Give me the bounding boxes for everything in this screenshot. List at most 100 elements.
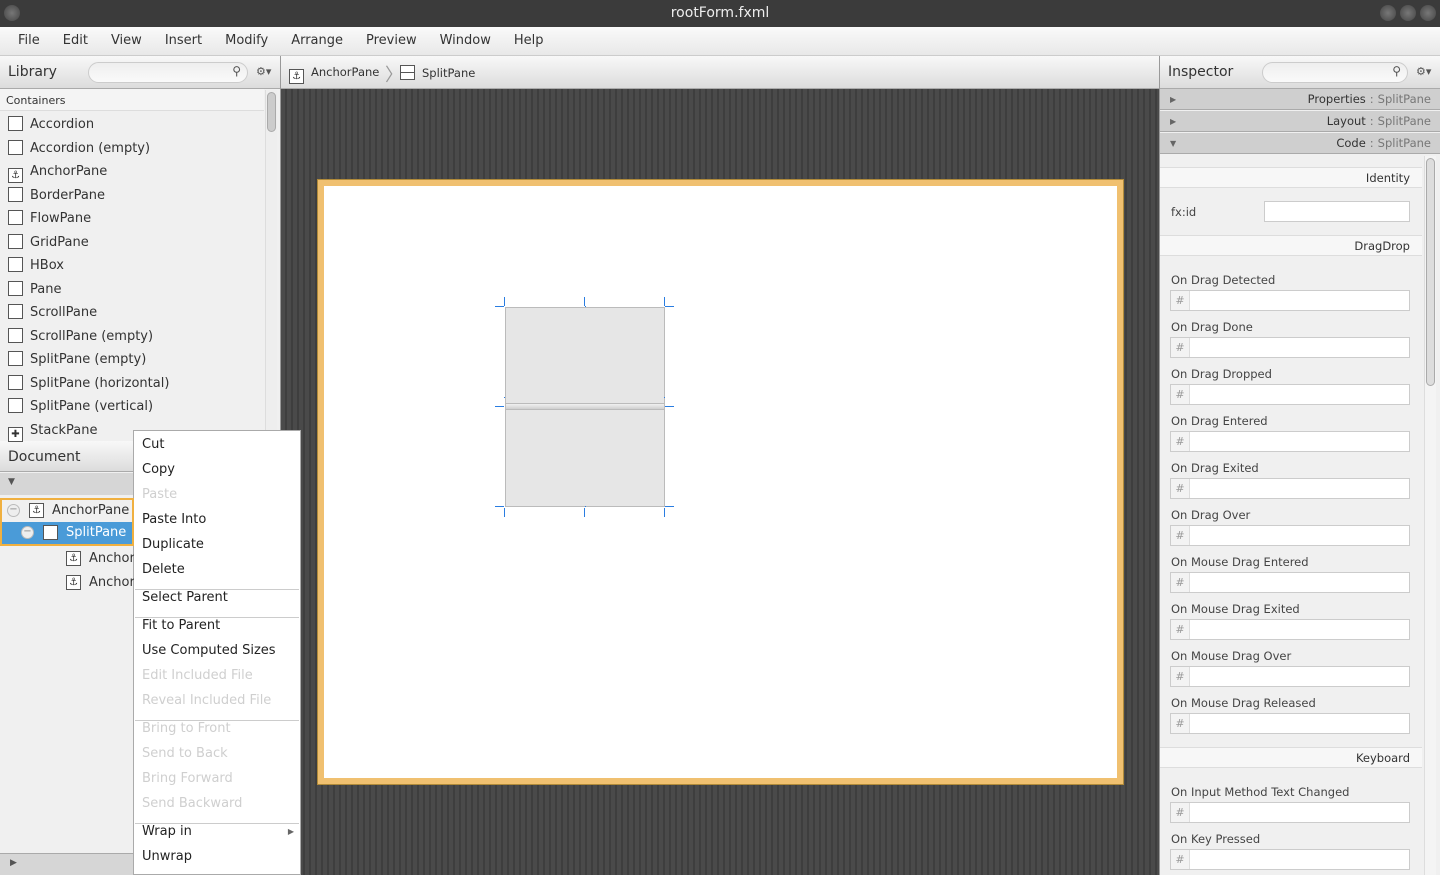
resize-handle[interactable] <box>665 306 674 307</box>
expand-arrow-icon[interactable]: ▼ <box>8 477 15 487</box>
menu-arrange[interactable]: Arrange <box>273 27 343 55</box>
dragdrop-header: DragDrop <box>1160 235 1422 256</box>
event-handler-input[interactable]: # <box>1170 525 1410 546</box>
accordion-icon <box>8 139 23 155</box>
menu-preview[interactable]: Preview <box>348 27 417 55</box>
inspector-section-code[interactable]: ▼ Code: SplitPane <box>1160 133 1440 154</box>
collapse-icon[interactable]: − <box>7 504 20 517</box>
breadcrumb-splitpane[interactable]: SplitPane <box>400 65 475 80</box>
resize-handle[interactable] <box>665 406 674 407</box>
library-scrollbar[interactable] <box>265 90 277 430</box>
library-item-label: Accordion (empty) <box>30 140 151 156</box>
splitpane-icon <box>43 525 58 540</box>
resize-handle[interactable] <box>584 508 585 517</box>
resize-handle[interactable] <box>584 297 585 306</box>
tree-item[interactable]: − ⚓ AnchorPane <box>0 498 134 522</box>
library-item-label: GridPane <box>30 234 89 250</box>
library-item[interactable]: Pane <box>8 279 61 301</box>
library-item[interactable]: BorderPane <box>8 185 105 207</box>
library-item[interactable]: Accordion (empty) <box>8 138 150 160</box>
context-menu-item-use-computed-sizes[interactable]: Use Computed Sizes <box>142 643 276 658</box>
resize-handle[interactable] <box>664 508 665 517</box>
library-item[interactable]: ScrollPane <box>8 302 97 324</box>
resize-handle[interactable] <box>664 397 665 398</box>
inspector-search-input[interactable]: ⚲ <box>1262 62 1408 83</box>
library-item[interactable]: ✚ StackPane <box>8 420 97 442</box>
content-canvas-area[interactable] <box>281 89 1159 875</box>
library-item[interactable]: Accordion <box>8 114 94 136</box>
resize-handle[interactable] <box>495 506 504 507</box>
context-menu-item-unwrap[interactable]: Unwrap <box>142 849 192 864</box>
event-handler-input[interactable]: # <box>1170 666 1410 687</box>
menu-view[interactable]: View <box>93 27 142 55</box>
context-menu-item-cut[interactable]: Cut <box>142 437 164 452</box>
event-handler-input[interactable]: # <box>1170 290 1410 311</box>
library-search-input[interactable]: ⚲ <box>88 62 248 83</box>
menu-help[interactable]: Help <box>496 27 544 55</box>
resize-handle[interactable] <box>665 506 674 507</box>
resize-handle[interactable] <box>504 397 505 398</box>
resize-handle[interactable] <box>504 297 505 306</box>
splitpane-preview[interactable] <box>505 307 665 507</box>
anchor-icon: ⚓ <box>66 551 81 566</box>
event-handler-input[interactable]: # <box>1170 713 1410 734</box>
event-handler-input[interactable]: # <box>1170 802 1410 823</box>
context-menu-item-fit-to-parent[interactable]: Fit to Parent <box>142 618 220 633</box>
context-menu-item-paste-into[interactable]: Paste Into <box>142 512 206 527</box>
resize-handle[interactable] <box>495 406 504 407</box>
breadcrumb-anchorpane[interactable]: ⚓ AnchorPane <box>289 65 379 84</box>
minimize-button[interactable] <box>1380 5 1396 21</box>
library-item[interactable]: HBox <box>8 255 64 277</box>
menu-file[interactable]: File <box>0 27 40 55</box>
resize-handle[interactable] <box>664 297 665 306</box>
context-menu-item-delete[interactable]: Delete <box>142 562 185 577</box>
maximize-button[interactable] <box>1400 5 1416 21</box>
library-item[interactable]: SplitPane (empty) <box>8 349 146 371</box>
expand-arrow-icon[interactable]: ▶ <box>10 858 17 868</box>
menu-window[interactable]: Window <box>422 27 491 55</box>
tree-item[interactable]: ⚓ AnchorPane <box>0 572 134 596</box>
fxid-input[interactable] <box>1264 201 1410 222</box>
library-item[interactable]: GridPane <box>8 232 89 254</box>
gear-icon[interactable]: ⚙▾ <box>1416 65 1431 78</box>
inspector-section-properties[interactable]: ▶ Properties: SplitPane <box>1160 89 1440 110</box>
splitpane-divider[interactable] <box>506 403 664 410</box>
menu-edit[interactable]: Edit <box>45 27 88 55</box>
context-menu-item-send-backward: Send Backward <box>142 796 243 811</box>
menu-modify[interactable]: Modify <box>207 27 268 55</box>
context-menu-item-wrap-in[interactable]: Wrap in <box>142 824 192 839</box>
resize-handle[interactable] <box>585 306 586 307</box>
resize-handle[interactable] <box>504 508 505 517</box>
context-menu-item-select-parent[interactable]: Select Parent <box>142 590 228 605</box>
library-section-containers[interactable]: Containers <box>0 89 264 111</box>
context-menu-item-duplicate[interactable]: Duplicate <box>142 537 204 552</box>
menu-insert[interactable]: Insert <box>147 27 202 55</box>
window-menu-button[interactable] <box>4 5 20 21</box>
library-item[interactable]: SplitPane (vertical) <box>8 396 153 418</box>
library-item[interactable]: SplitPane (horizontal) <box>8 373 169 395</box>
resize-handle[interactable] <box>585 506 586 507</box>
resize-handle[interactable] <box>495 306 504 307</box>
event-handler-input[interactable]: # <box>1170 431 1410 452</box>
hash-icon: # <box>1171 432 1190 451</box>
event-handler-input[interactable]: # <box>1170 337 1410 358</box>
tree-item-label: AnchorPane <box>52 503 130 518</box>
collapse-icon[interactable]: − <box>21 526 34 539</box>
root-anchorpane[interactable] <box>318 180 1123 784</box>
inspector-section-layout[interactable]: ▶ Layout: SplitPane <box>1160 111 1440 132</box>
library-item[interactable]: FlowPane <box>8 208 91 230</box>
gear-icon[interactable]: ⚙▾ <box>256 65 271 78</box>
tree-item[interactable]: − SplitPane <box>0 522 134 546</box>
event-handler-input[interactable]: # <box>1170 619 1410 640</box>
library-item[interactable]: ⚓ AnchorPane <box>8 161 107 183</box>
event-handler-input[interactable]: # <box>1170 849 1410 870</box>
close-button[interactable] <box>1420 5 1436 21</box>
section-target: SplitPane <box>1377 136 1431 150</box>
event-handler-input[interactable]: # <box>1170 572 1410 593</box>
library-item[interactable]: ScrollPane (empty) <box>8 326 153 348</box>
tree-item[interactable]: ⚓ AnchorPane <box>0 548 134 572</box>
inspector-scrollbar[interactable] <box>1424 156 1436 875</box>
event-handler-input[interactable]: # <box>1170 478 1410 499</box>
context-menu-item-copy[interactable]: Copy <box>142 462 175 477</box>
event-handler-input[interactable]: # <box>1170 384 1410 405</box>
